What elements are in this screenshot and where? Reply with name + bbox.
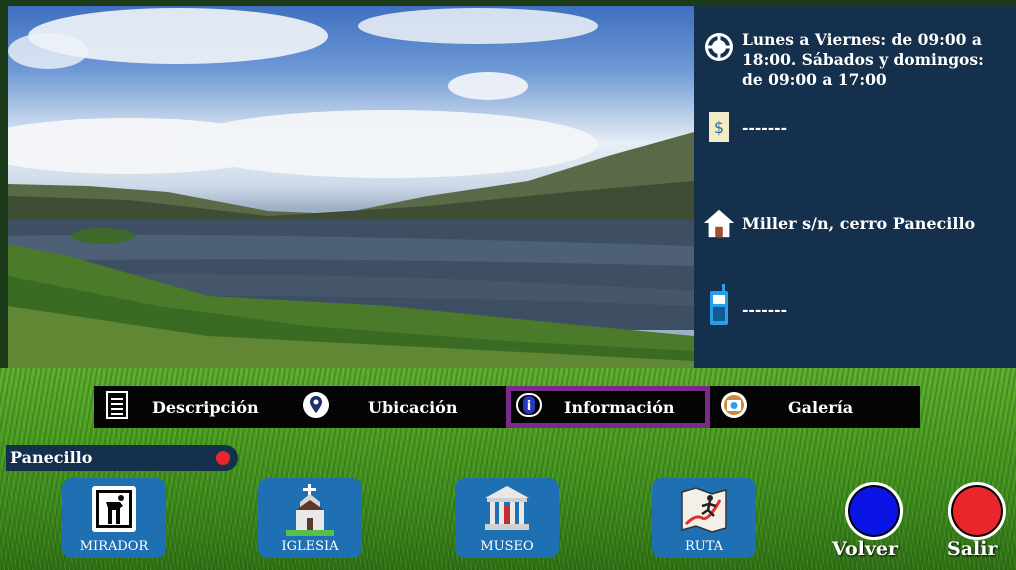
tab-descripcion[interactable]: Descripción bbox=[106, 386, 296, 428]
museo-button[interactable]: MUSEO bbox=[455, 478, 559, 558]
tab-galeria-label: Galería bbox=[788, 397, 854, 417]
place-name-bar: Panecillo bbox=[6, 445, 238, 471]
tab-informacion-label: Información bbox=[564, 397, 675, 417]
tab-ubicacion-label: Ubicación bbox=[368, 397, 458, 417]
camera-icon bbox=[720, 391, 748, 423]
route-map-icon bbox=[680, 484, 728, 534]
ruta-label: RUTA bbox=[684, 539, 724, 554]
phone-icon bbox=[702, 284, 736, 325]
tab-ubicacion[interactable]: Ubicación bbox=[302, 386, 492, 428]
landscape-photo bbox=[8, 6, 694, 368]
location-pin-icon bbox=[302, 391, 330, 423]
document-icon bbox=[106, 391, 128, 423]
record-dot-icon bbox=[216, 451, 230, 465]
info-icon: i bbox=[516, 393, 542, 421]
museo-label: MUSEO bbox=[480, 539, 534, 554]
svg-text:i: i bbox=[527, 399, 531, 414]
iglesia-button[interactable]: IGLESIA bbox=[258, 478, 362, 558]
phone-row: ------- bbox=[702, 284, 788, 325]
tab-galeria[interactable]: Galería bbox=[720, 386, 910, 428]
info-panel: Lunes a Viernes: de 09:00 a 18:00. Sábad… bbox=[694, 6, 1016, 368]
price-text: ------- bbox=[742, 118, 788, 137]
iglesia-label: IGLESIA bbox=[281, 539, 339, 554]
address-row: Miller s/n, cerro Panecillo bbox=[702, 206, 975, 240]
museum-icon bbox=[483, 484, 531, 534]
volver-label[interactable]: Volver bbox=[832, 538, 898, 560]
church-icon bbox=[286, 484, 334, 536]
ruta-button[interactable]: RUTA bbox=[652, 478, 756, 558]
mirador-button[interactable]: MIRADOR bbox=[62, 478, 166, 558]
clock-icon bbox=[702, 30, 736, 64]
svg-text:$: $ bbox=[714, 118, 724, 137]
house-icon bbox=[702, 206, 736, 240]
salir-button[interactable] bbox=[948, 482, 1006, 540]
viewpoint-icon bbox=[90, 484, 138, 534]
salir-label[interactable]: Salir bbox=[947, 538, 997, 560]
address-text: Miller s/n, cerro Panecillo bbox=[742, 214, 976, 233]
place-name: Panecillo bbox=[10, 448, 93, 467]
lake-scene-image bbox=[8, 8, 694, 368]
mirador-label: MIRADOR bbox=[79, 539, 149, 554]
price-row: $ ------- bbox=[702, 110, 787, 144]
tab-informacion[interactable]: i Información bbox=[506, 386, 710, 428]
phone-text: ------- bbox=[742, 300, 788, 319]
volver-button[interactable] bbox=[845, 482, 903, 540]
money-icon: $ bbox=[702, 110, 736, 144]
hours-text: Lunes a Viernes: de 09:00 a 18:00. Sábad… bbox=[742, 30, 984, 89]
tab-bar: Descripción Ubicación i Información Gale… bbox=[94, 386, 920, 428]
hours-row: Lunes a Viernes: de 09:00 a 18:00. Sábad… bbox=[702, 30, 1008, 90]
tab-descripcion-label: Descripción bbox=[152, 397, 259, 417]
